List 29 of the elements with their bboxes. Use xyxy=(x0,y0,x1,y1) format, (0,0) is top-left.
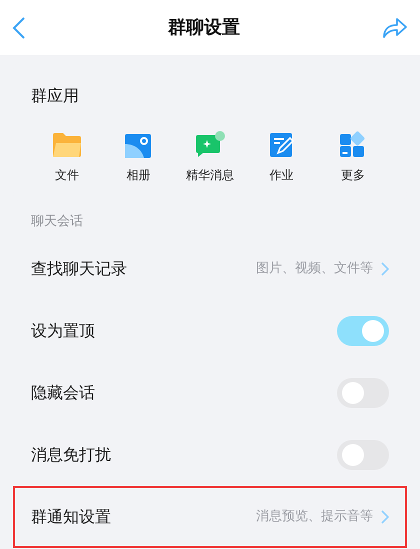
app-shortcut[interactable]: 更多 xyxy=(317,130,389,184)
settings-row[interactable]: 群通知设置 消息预览、提示音等 xyxy=(13,486,407,548)
chevron-right-icon xyxy=(381,262,389,276)
row-label: 群通知设置 xyxy=(31,506,111,528)
chat-bubble-icon xyxy=(194,130,225,158)
app-shortcut[interactable]: 相册 xyxy=(102,130,174,184)
app-shortcut[interactable]: 精华消息 xyxy=(174,130,246,184)
row-label: 设为置顶 xyxy=(31,320,95,342)
section-header: 聊天会话 xyxy=(30,213,84,231)
toggle-switch[interactable] xyxy=(337,316,389,346)
share-icon[interactable] xyxy=(382,16,408,38)
grid-icon xyxy=(339,130,368,158)
edit-note-icon xyxy=(270,132,294,158)
settings-row[interactable]: 查找聊天记录 图片、视频、文件等 xyxy=(13,238,407,300)
section-title: 群应用 xyxy=(31,85,80,107)
app-shortcut[interactable]: 作业 xyxy=(246,130,318,184)
toggle-switch[interactable] xyxy=(337,378,389,408)
folder-icon xyxy=(52,132,82,158)
toggle-switch[interactable] xyxy=(337,440,389,470)
row-label: 查找聊天记录 xyxy=(31,258,127,280)
back-icon[interactable] xyxy=(12,16,26,38)
page-title: 群聊设置 xyxy=(168,16,240,40)
row-label: 隐藏会话 xyxy=(31,382,95,404)
row-label: 消息免打扰 xyxy=(31,444,111,466)
app-shortcut[interactable]: 文件 xyxy=(31,130,103,184)
row-value: 消息预览、提示音等 xyxy=(256,508,373,526)
row-value: 图片、视频、文件等 xyxy=(256,260,373,278)
chevron-right-icon xyxy=(381,510,389,524)
photo-icon xyxy=(125,134,152,158)
